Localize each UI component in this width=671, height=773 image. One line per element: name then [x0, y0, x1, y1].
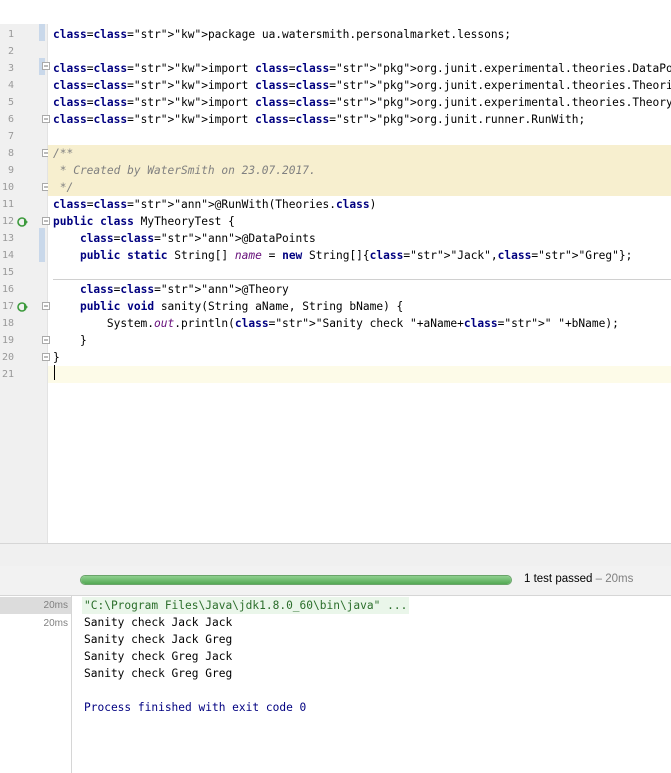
console-output-line: Sanity check Greg Jack	[84, 650, 233, 663]
test-results-tree[interactable]: 20ms 20ms	[0, 596, 72, 773]
test-tree-row-root[interactable]: 20ms	[0, 597, 71, 614]
panel-splitter[interactable]	[0, 543, 671, 567]
method-separator	[53, 279, 671, 280]
line-number: 20	[1, 352, 14, 363]
code-line-text: class=class="str">"kw">import class=clas…	[53, 96, 671, 109]
code-line[interactable]	[48, 128, 671, 145]
code-line-text: class=class="str">"kw">import class=clas…	[53, 62, 671, 75]
line-number: 15	[1, 267, 14, 278]
code-line-current[interactable]	[48, 366, 671, 383]
code-line[interactable]: class=class="str">"ann">@DataPoints	[48, 230, 671, 247]
console-output-line: Sanity check Jack Jack	[84, 616, 233, 629]
console-output-line: Sanity check Greg Greg	[84, 667, 233, 680]
test-run-status-bar: 1 test passed – 20ms	[0, 566, 671, 596]
code-line-text: }	[53, 351, 60, 364]
code-line-text: class=class="str">"kw">import class=clas…	[53, 79, 671, 92]
run-test-class-icon[interactable]	[17, 213, 29, 227]
code-line[interactable]: class=class="str">"ann">@Theory	[48, 281, 671, 298]
test-tree-row[interactable]: 20ms	[0, 615, 71, 632]
code-area[interactable]: class=class="str">"kw">package ua.waters…	[48, 24, 671, 543]
line-number: 1	[7, 29, 14, 40]
test-status: 1 test passed – 20ms	[524, 573, 633, 585]
code-line-text: public static String[] name = new String…	[79, 249, 633, 262]
code-line-text: * Created by WaterSmith on 23.07.2017.	[53, 164, 316, 177]
line-number: 19	[1, 335, 14, 346]
line-number: 10	[1, 182, 14, 193]
line-number: 7	[7, 131, 14, 142]
line-number: 21	[1, 369, 14, 380]
code-line[interactable]: */	[48, 179, 671, 196]
code-line[interactable]: /**	[48, 145, 671, 162]
line-number-gutter[interactable]: 1 2 3 4 5 6 7 8 9 10 11 12 13 14 15 16 1…	[0, 24, 50, 543]
code-line[interactable]: class=class="str">"kw">package ua.waters…	[48, 26, 671, 43]
line-number: 12	[1, 216, 14, 227]
test-status-duration: – 20ms	[592, 573, 634, 585]
line-number: 18	[1, 318, 14, 329]
change-marker[interactable]	[39, 24, 45, 41]
code-line[interactable]: public void sanity(String aName, String …	[48, 298, 671, 315]
code-line-text: public void sanity(String aName, String …	[79, 300, 404, 313]
code-line-text: class=class="str">"ann">@DataPoints	[79, 232, 316, 245]
code-line[interactable]: }	[48, 349, 671, 366]
code-line[interactable]: class=class="str">"kw">import class=clas…	[48, 111, 671, 128]
line-number: 2	[7, 46, 14, 57]
text-caret	[54, 365, 55, 380]
console-output-line: Sanity check Jack Greg	[84, 633, 233, 646]
code-editor[interactable]: 1 2 3 4 5 6 7 8 9 10 11 12 13 14 15 16 1…	[0, 0, 671, 543]
code-line[interactable]: class=class="str">"kw">import class=clas…	[48, 60, 671, 77]
code-line-text: class=class="str">"kw">package ua.waters…	[53, 28, 512, 41]
line-number: 6	[7, 114, 14, 125]
test-duration: 20ms	[43, 600, 68, 611]
code-line[interactable]: }	[48, 332, 671, 349]
line-number: 13	[1, 233, 14, 244]
code-line[interactable]: public static String[] name = new String…	[48, 247, 671, 264]
test-status-text: 1 test passed	[524, 573, 593, 585]
line-number: 8	[7, 148, 14, 159]
code-line[interactable]	[48, 43, 671, 60]
change-marker[interactable]	[39, 228, 45, 262]
line-number: 3	[7, 63, 14, 74]
line-number: 9	[7, 165, 14, 176]
console-exit-line: Process finished with exit code 0	[84, 701, 307, 714]
code-line-text: class=class="str">"ann">@RunWith(Theorie…	[53, 198, 377, 211]
code-line[interactable]: class=class="str">"ann">@RunWith(Theorie…	[48, 196, 671, 213]
console-command-line[interactable]: "C:\Program Files\Java\jdk1.8.0_60\bin\j…	[82, 597, 410, 614]
test-progress-bar	[80, 575, 512, 585]
code-line-text: class=class="str">"ann">@Theory	[79, 283, 289, 296]
test-duration: 20ms	[43, 618, 68, 629]
line-number: 4	[7, 80, 14, 91]
code-line[interactable]: * Created by WaterSmith on 23.07.2017.	[48, 162, 671, 179]
code-line-text: public class MyTheoryTest {	[53, 215, 235, 228]
run-console[interactable]: "C:\Program Files\Java\jdk1.8.0_60\bin\j…	[72, 596, 671, 773]
line-number: 14	[1, 250, 14, 261]
code-line-text: }	[53, 334, 87, 347]
line-number: 17	[1, 301, 14, 312]
test-progress-fill	[81, 576, 511, 584]
line-number: 5	[7, 97, 14, 108]
line-number: 11	[1, 199, 14, 210]
code-line-text: class=class="str">"kw">import class=clas…	[53, 113, 586, 126]
editor-top-strip	[0, 0, 671, 24]
run-test-method-icon[interactable]	[17, 298, 29, 312]
code-line[interactable]: public class MyTheoryTest {	[48, 213, 671, 230]
code-line[interactable]: System.out.println(class="str">"Sanity c…	[48, 315, 671, 332]
line-number: 16	[1, 284, 14, 295]
code-line-text: System.out.println(class="str">"Sanity c…	[53, 317, 619, 330]
code-line[interactable]: class=class="str">"kw">import class=clas…	[48, 77, 671, 94]
code-line[interactable]: class=class="str">"kw">import class=clas…	[48, 94, 671, 111]
code-line-text: /**	[53, 147, 74, 160]
code-line-text: */	[53, 181, 74, 194]
